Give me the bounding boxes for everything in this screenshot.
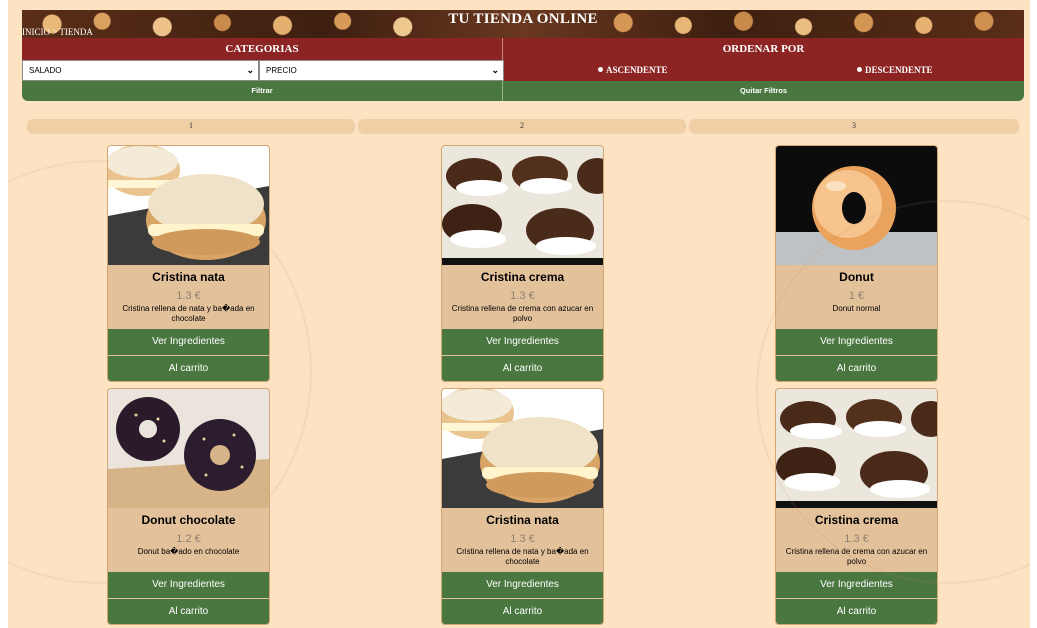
radio-dot-icon xyxy=(598,67,603,72)
product-price: 1 € xyxy=(848,290,865,302)
clear-filters-button[interactable]: Quitar Filtros xyxy=(503,81,1024,101)
category-select-value: SALADO xyxy=(29,66,62,75)
chevron-down-icon: ⌄ xyxy=(246,65,254,75)
order-header: ORDENAR POR xyxy=(503,38,1024,60)
categories-header: CATEGORIAS xyxy=(22,38,503,60)
site-title: TU TIENDA ONLINE xyxy=(448,11,598,27)
filter-panel: CATEGORIAS ORDENAR POR SALADO ⌄ PRECIO ⌄… xyxy=(22,38,1024,101)
view-ingredients-button[interactable]: Ver Ingredientes xyxy=(776,572,937,598)
sort-select-value: PRECIO xyxy=(266,66,297,75)
category-select[interactable]: SALADO ⌄ xyxy=(22,60,259,81)
view-ingredients-button[interactable]: Ver Ingredientes xyxy=(108,329,269,355)
radio-dot-icon xyxy=(857,67,862,72)
product-card: Cristina nata 1.3 € Cristina rellena de na… xyxy=(107,145,270,382)
product-name: Cristina crema xyxy=(480,270,565,284)
product-price: 1.3 € xyxy=(510,533,535,545)
product-description: Cristina rellena de crema con azucar en … xyxy=(451,304,594,323)
radio-ascending[interactable]: ASCENDENTE xyxy=(598,60,668,81)
view-ingredients-button[interactable]: Ver Ingredientes xyxy=(776,329,937,355)
product-price: 1.3 € xyxy=(510,290,535,302)
product-price: 1.3 € xyxy=(844,533,869,545)
product-name: Donut xyxy=(839,270,874,284)
add-to-cart-button[interactable]: Al carrito xyxy=(108,599,269,624)
header-banner: TU TIENDA ONLINE INICIO > TIENDA xyxy=(22,10,1024,38)
product-description: Cristina rellena de nata y ba�ada en cho… xyxy=(122,304,255,323)
radio-descending[interactable]: DESCENDENTE xyxy=(857,60,933,81)
product-image xyxy=(776,146,937,265)
product-name: Cristina nata xyxy=(486,513,559,527)
order-radio-group: ASCENDENTE DESCENDENTE xyxy=(504,60,1024,81)
page-link-3[interactable]: 3 xyxy=(689,119,1019,133)
page-link-2[interactable]: 2 xyxy=(358,119,686,133)
radio-ascending-label: ASCENDENTE xyxy=(606,65,668,75)
page-link-1[interactable]: 1 xyxy=(27,119,355,133)
product-image xyxy=(108,146,269,265)
add-to-cart-button[interactable]: Al carrito xyxy=(108,356,269,381)
product-image xyxy=(442,146,603,265)
product-card: Donut chocolate 1.2 € Donut ba�ado en choc… xyxy=(107,388,270,625)
add-to-cart-button[interactable]: Al carrito xyxy=(776,356,937,381)
product-description: Cristina rellena de nata y ba�ada en cho… xyxy=(456,547,589,566)
product-description: Donut ba�ado en chocolate xyxy=(137,547,240,556)
chevron-down-icon: ⌄ xyxy=(491,65,499,75)
product-name: Cristina crema xyxy=(814,513,899,527)
filter-button[interactable]: Filtrar xyxy=(22,81,503,101)
product-price: 1.3 € xyxy=(176,290,201,302)
product-card: Donut 1 € Donut normal Ver Ingredientes Al c… xyxy=(775,145,938,382)
add-to-cart-button[interactable]: Al carrito xyxy=(442,356,603,381)
breadcrumb[interactable]: INICIO > TIENDA xyxy=(22,26,93,38)
product-name: Donut chocolate xyxy=(141,513,236,527)
product-description: Cristina rellena de crema con azucar en … xyxy=(785,547,928,566)
product-image xyxy=(442,389,603,508)
view-ingredients-button[interactable]: Ver Ingredientes xyxy=(442,329,603,355)
product-price: 1.2 € xyxy=(176,533,201,545)
product-image xyxy=(776,389,937,508)
add-to-cart-button[interactable]: Al carrito xyxy=(442,599,603,624)
product-name: Cristina nata xyxy=(152,270,225,284)
view-ingredients-button[interactable]: Ver Ingredientes xyxy=(108,572,269,598)
product-description: Donut normal xyxy=(832,304,881,313)
product-card: Cristina crema 1.3 € Cristina rellena de c… xyxy=(775,388,938,625)
radio-descending-label: DESCENDENTE xyxy=(865,65,933,75)
product-image xyxy=(108,389,269,508)
product-card: Cristina nata 1.3 € Cristina rellena de na… xyxy=(441,388,604,625)
view-ingredients-button[interactable]: Ver Ingredientes xyxy=(442,572,603,598)
add-to-cart-button[interactable]: Al carrito xyxy=(776,599,937,624)
page: TU TIENDA ONLINE INICIO > TIENDA CATEGOR… xyxy=(8,0,1030,628)
sort-select[interactable]: PRECIO ⌄ xyxy=(259,60,504,81)
product-card: Cristina crema 1.3 € Cristina rellena de c… xyxy=(441,145,604,382)
